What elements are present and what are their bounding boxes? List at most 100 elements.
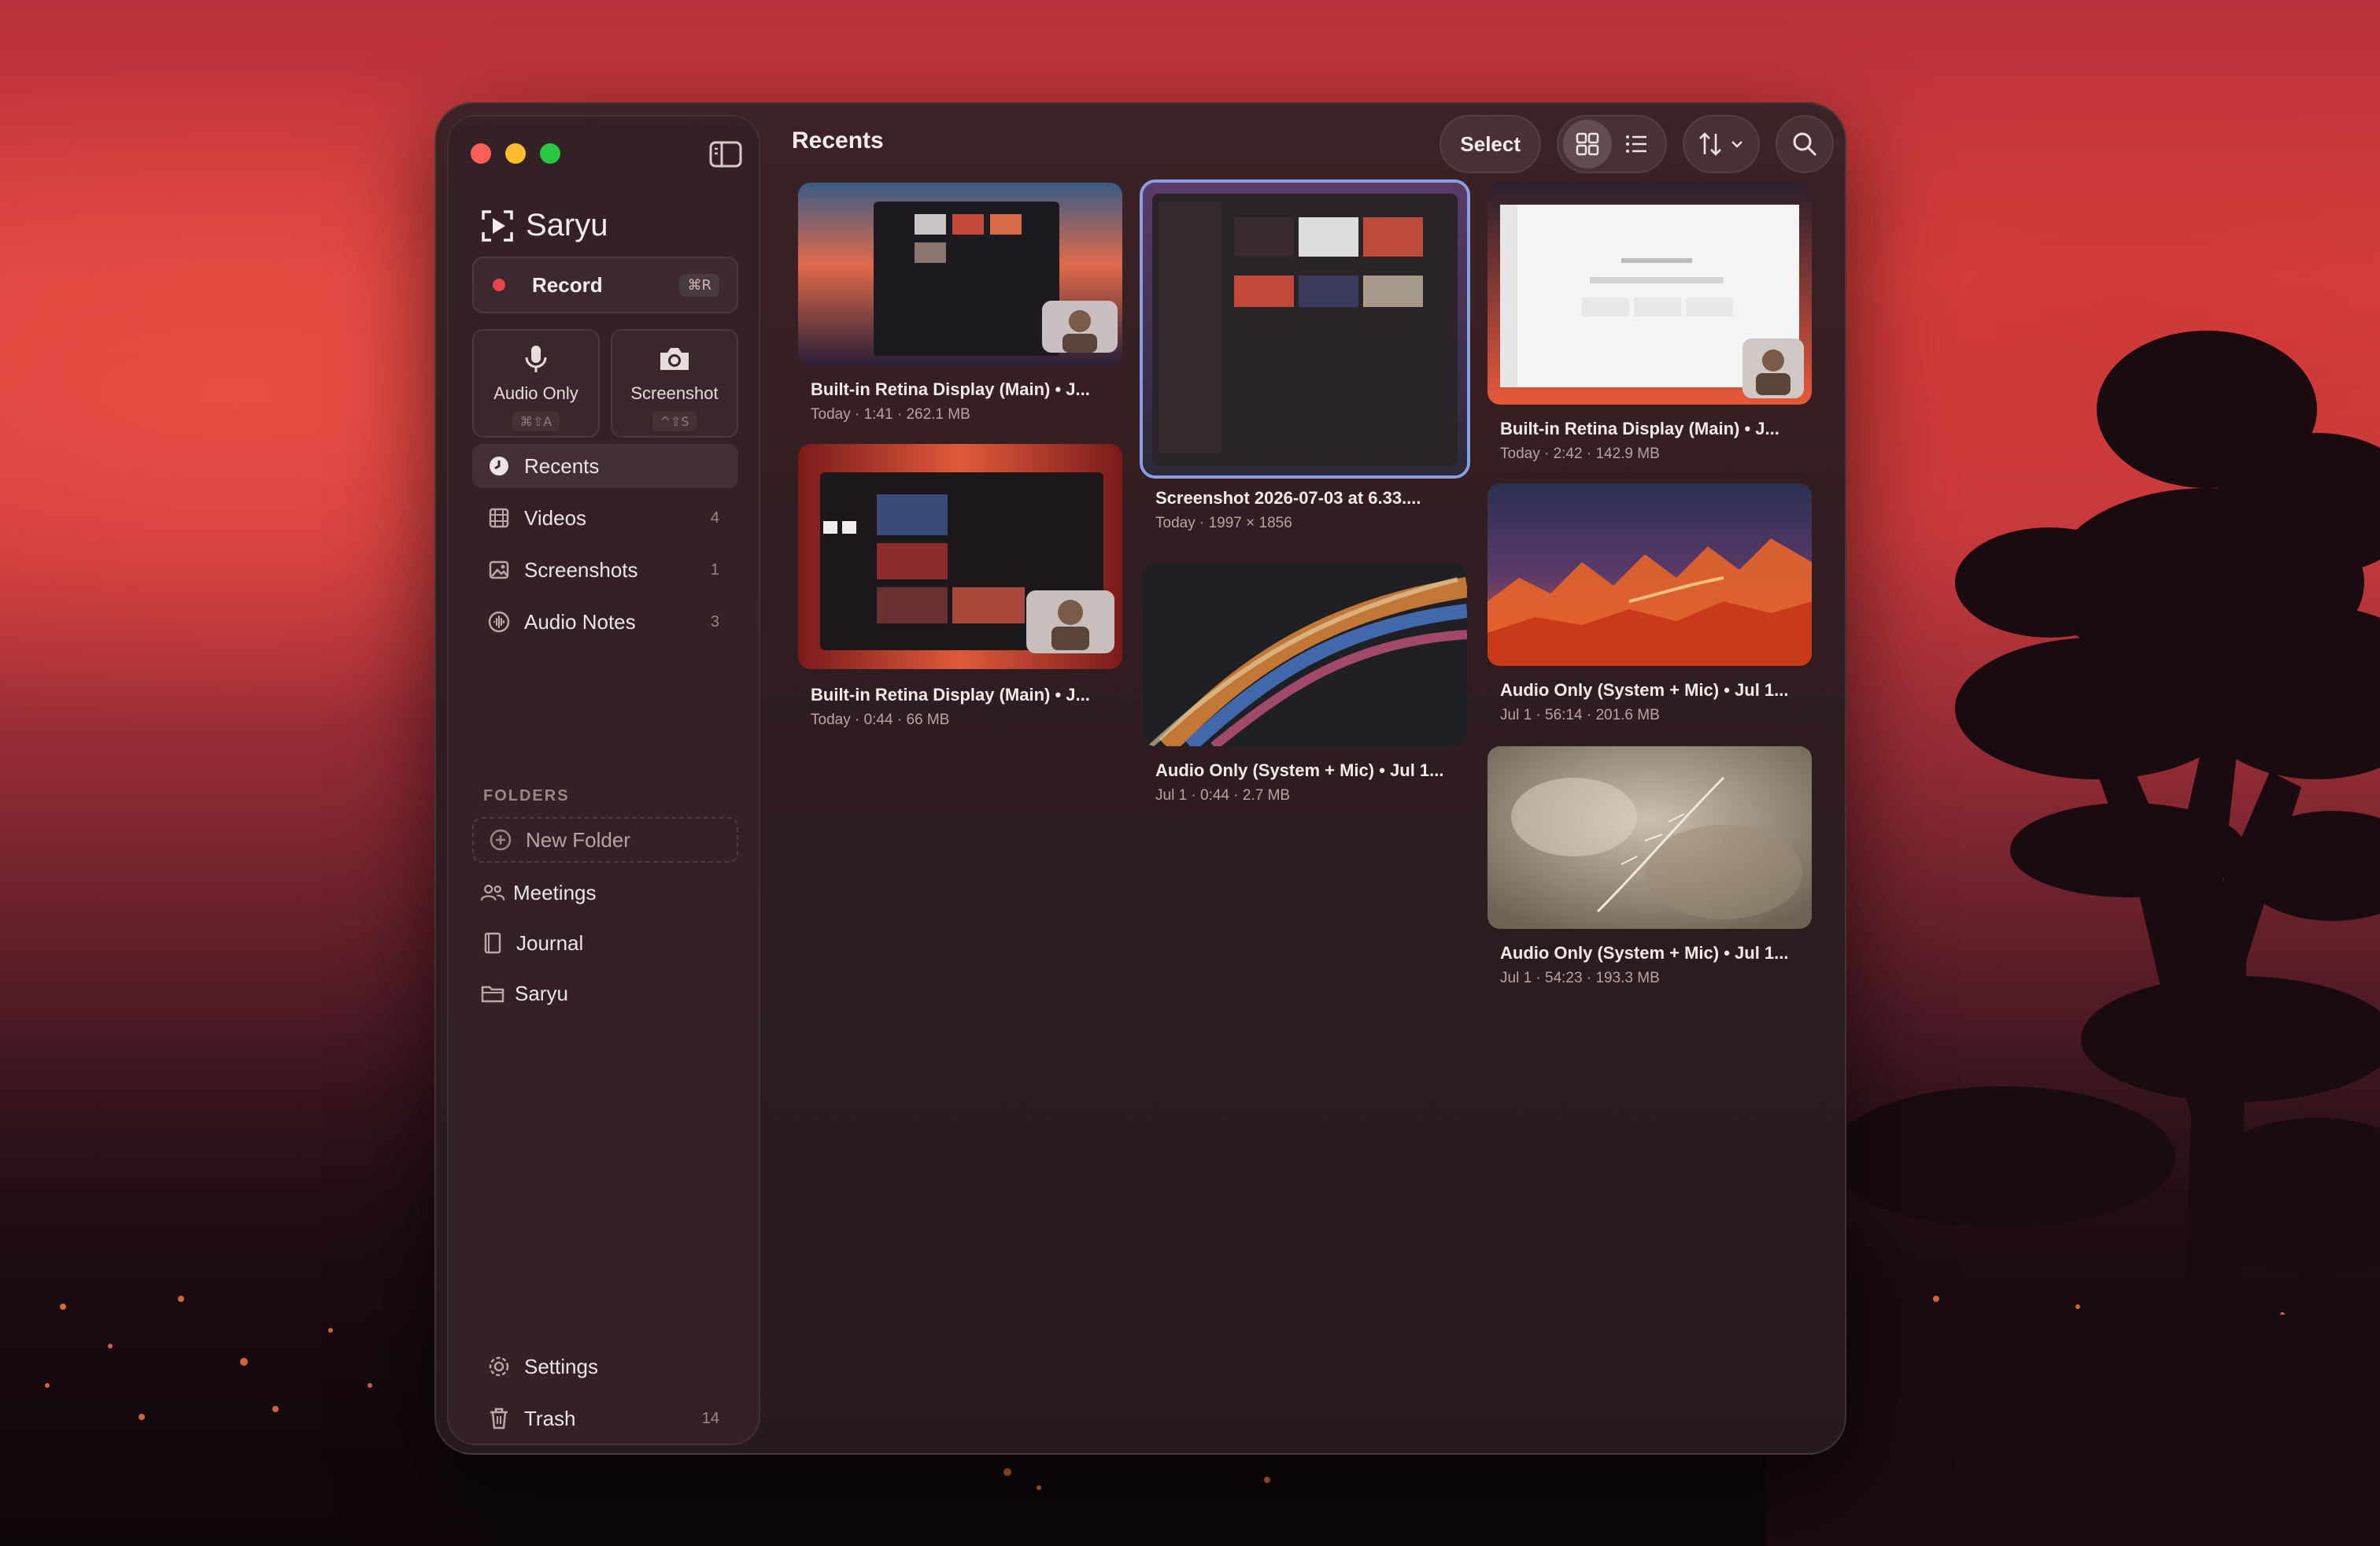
gear-icon: [486, 1354, 512, 1379]
audio-thumbnail: [1488, 746, 1812, 929]
audio-thumbnail: [1488, 483, 1812, 666]
sidebar-item-count: 3: [710, 612, 719, 631]
folder-icon: [480, 981, 505, 1006]
recording-meta: Today · 1:41 · 262.1 MB: [811, 406, 970, 423]
sidebar-item-recents[interactable]: Recents: [472, 444, 738, 488]
audio-thumbnail: [1143, 564, 1467, 746]
screenshot-shortcut: ^⇧S: [652, 412, 697, 431]
sidebar-item-count: 14: [701, 1409, 719, 1427]
wallpaper-tree-silhouette: [1766, 331, 2380, 1546]
book-icon: [480, 930, 505, 956]
audio-only-shortcut: ⌘⇧A: [512, 412, 560, 431]
recording-card[interactable]: Built-in Retina Display (Main) • J... To…: [798, 444, 1122, 728]
audio-title: Audio Only (System + Mic) • Jul 1...: [1500, 680, 1789, 700]
grid-view-icon: [1576, 132, 1599, 156]
sidebar-item-count: 1: [710, 560, 719, 579]
chevron-down-icon: [1731, 141, 1743, 148]
app-brand: Saryu: [480, 208, 608, 243]
record-button[interactable]: Record ⌘R: [472, 257, 738, 313]
minimize-window-button[interactable]: [505, 143, 526, 164]
waveform-icon: [486, 609, 512, 634]
sidebar-item-screenshots[interactable]: Screenshots 1: [472, 548, 738, 592]
recording-card[interactable]: Built-in Retina Display (Main) • J... To…: [798, 183, 1122, 428]
select-button[interactable]: Select: [1439, 115, 1541, 173]
select-label: Select: [1460, 131, 1521, 156]
screenshot-thumbnail: [1143, 183, 1467, 475]
recording-title: Built-in Retina Display (Main) • J...: [811, 379, 1090, 399]
sidebar-item-label: Trash: [524, 1406, 576, 1430]
grid-view-button[interactable]: [1563, 120, 1612, 168]
sidebar-item-label: Screenshots: [524, 557, 638, 582]
sidebar-item-label: Journal: [516, 930, 584, 955]
saryu-logo-icon: [482, 209, 513, 242]
window-controls: [471, 143, 560, 164]
sidebar-item-label: Audio Notes: [524, 609, 636, 634]
recording-thumbnail: [1488, 183, 1812, 405]
sidebar-toggle-icon: [709, 141, 742, 168]
sort-icon: [1699, 132, 1721, 156]
screenshot-title: Screenshot 2026-07-03 at 6.33....: [1155, 488, 1421, 508]
sidebar-item-label: Settings: [524, 1354, 598, 1378]
sidebar-toggle-button[interactable]: [708, 140, 743, 168]
people-icon: [480, 880, 505, 905]
sidebar-item-journal[interactable]: Journal: [472, 921, 738, 965]
audio-meta: Jul 1 · 54:23 · 193.3 MB: [1500, 970, 1660, 986]
app-name: Saryu: [526, 208, 608, 242]
sidebar-item-label: Videos: [524, 505, 587, 530]
new-folder-label: New Folder: [526, 827, 630, 852]
recording-meta: Today · 2:42 · 142.9 MB: [1500, 446, 1660, 462]
search-icon: [1793, 132, 1817, 157]
screenshot-button[interactable]: Screenshot ^⇧S: [611, 329, 738, 438]
sidebar: Saryu Record ⌘R Audio Only ⌘⇧A Screensho…: [447, 115, 760, 1445]
audio-card[interactable]: Audio Only (System + Mic) • Jul 1... Jul…: [1488, 483, 1812, 729]
sidebar-item-saryu[interactable]: Saryu: [472, 971, 738, 1015]
audio-title: Audio Only (System + Mic) • Jul 1...: [1155, 760, 1444, 780]
list-view-button[interactable]: [1612, 120, 1661, 168]
recording-card[interactable]: Built-in Retina Display (Main) • J... To…: [1488, 183, 1812, 468]
audio-meta: Jul 1 · 56:14 · 201.6 MB: [1500, 707, 1660, 723]
recording-title: Built-in Retina Display (Main) • J...: [811, 685, 1090, 705]
recording-thumbnail: [798, 183, 1122, 365]
sidebar-item-videos[interactable]: Videos 4: [472, 496, 738, 540]
record-dot-icon: [493, 279, 505, 291]
screenshot-label: Screenshot: [630, 383, 719, 403]
screenshot-meta: Today · 1997 × 1856: [1155, 515, 1292, 531]
recording-thumbnail: [798, 444, 1122, 669]
app-window: Saryu Record ⌘R Audio Only ⌘⇧A Screensho…: [434, 102, 1846, 1455]
audio-card[interactable]: Audio Only (System + Mic) • Jul 1... Jul…: [1143, 564, 1467, 809]
sidebar-item-label: Meetings: [513, 880, 597, 904]
plus-circle-icon: [488, 827, 513, 853]
clock-icon: [486, 453, 512, 479]
audio-only-button[interactable]: Audio Only ⌘⇧A: [472, 329, 600, 438]
sidebar-item-meetings[interactable]: Meetings: [472, 871, 738, 915]
sort-button[interactable]: [1683, 115, 1760, 173]
sidebar-item-settings[interactable]: Settings: [472, 1344, 738, 1389]
sidebar-item-trash[interactable]: Trash 14: [472, 1396, 738, 1441]
recording-title: Built-in Retina Display (Main) • J...: [1500, 419, 1779, 438]
screenshot-card-selected[interactable]: Screenshot 2026-07-03 at 6.33.... Today …: [1140, 179, 1470, 545]
recording-meta: Today · 0:44 · 66 MB: [811, 712, 950, 728]
zoom-window-button[interactable]: [540, 143, 560, 164]
sidebar-item-label: Saryu: [515, 981, 568, 1005]
image-icon: [486, 557, 512, 583]
microphone-icon: [525, 346, 547, 372]
audio-only-label: Audio Only: [493, 383, 578, 403]
audio-card[interactable]: Audio Only (System + Mic) • Jul 1... Jul…: [1488, 746, 1812, 992]
film-icon: [486, 505, 512, 531]
view-mode-toggle: [1557, 115, 1667, 173]
toolbar: Select: [1439, 115, 1834, 173]
folders-heading: FOLDERS: [483, 787, 570, 804]
page-title: Recents: [792, 128, 884, 153]
trash-icon: [486, 1406, 512, 1431]
list-view-icon: [1626, 135, 1646, 153]
audio-title: Audio Only (System + Mic) • Jul 1...: [1500, 943, 1789, 963]
record-label: Record: [532, 272, 603, 297]
search-button[interactable]: [1776, 115, 1834, 173]
audio-meta: Jul 1 · 0:44 · 2.7 MB: [1155, 787, 1291, 804]
new-folder-button[interactable]: New Folder: [472, 817, 738, 863]
camera-icon: [660, 348, 689, 370]
record-shortcut: ⌘R: [679, 274, 719, 297]
sidebar-item-audio-notes[interactable]: Audio Notes 3: [472, 600, 738, 644]
sidebar-item-label: Recents: [524, 453, 600, 478]
close-window-button[interactable]: [471, 143, 491, 164]
